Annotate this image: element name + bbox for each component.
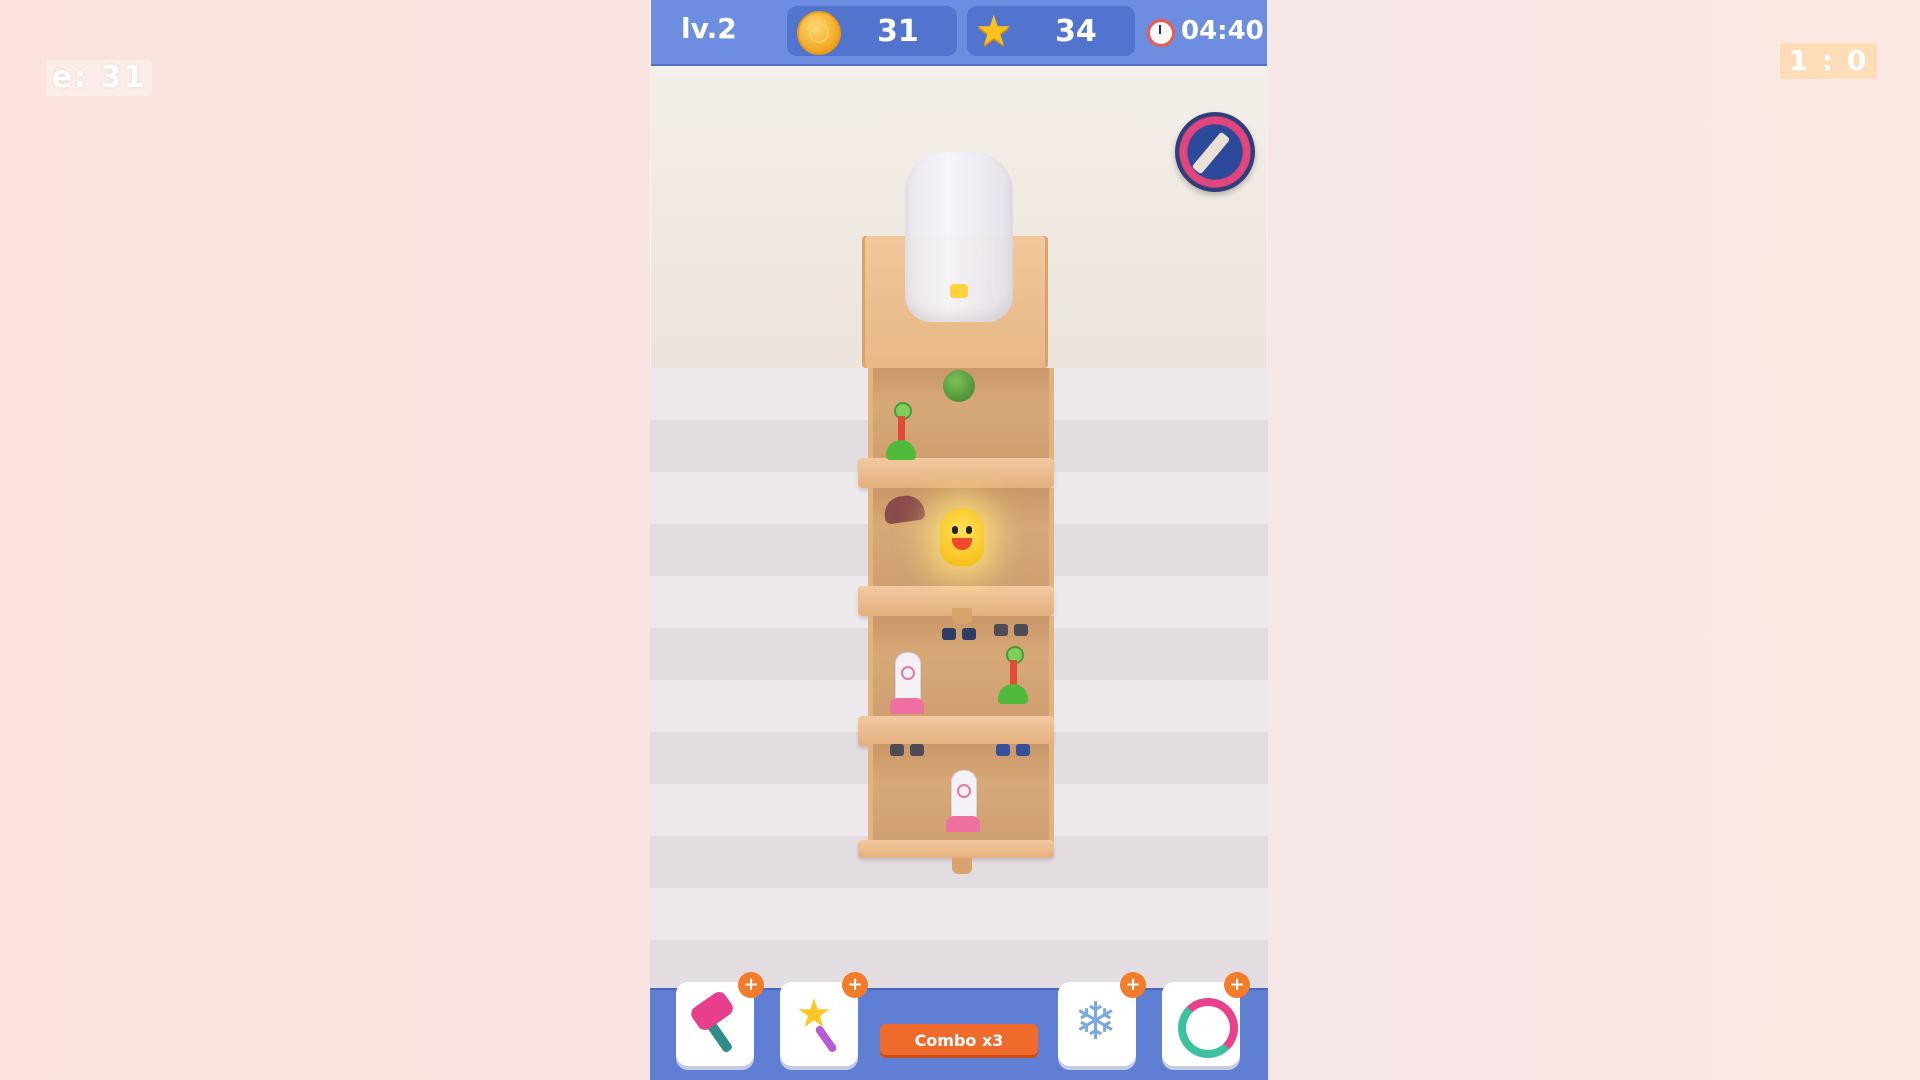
coin-icon	[797, 11, 841, 55]
rocket-item[interactable]	[946, 770, 980, 834]
star-icon: ★	[975, 6, 1013, 55]
overlay-score-right: 1 : 0	[1780, 43, 1877, 79]
sunglasses-item[interactable]	[996, 742, 1030, 756]
rocket-item[interactable]	[890, 652, 924, 716]
coin-count: 31	[877, 14, 919, 49]
plunger-item[interactable]	[998, 646, 1028, 704]
hammer-icon	[686, 988, 744, 1054]
overlay-score-left: e: 31	[46, 60, 152, 96]
star-count: 34	[1055, 14, 1097, 49]
drawer-4-front	[858, 840, 1054, 858]
jar-item	[950, 284, 968, 298]
rubber-duck-item[interactable]	[940, 508, 984, 566]
sunglasses-item[interactable]	[890, 742, 924, 756]
game-viewport: lv.2 31 ★ 34 04:40 + ★ + Combo x3 ❄ + +	[650, 0, 1268, 1080]
drawer-1-front	[858, 458, 1054, 488]
star-counter: ★ 34	[967, 6, 1135, 56]
add-hammer-badge[interactable]: +	[738, 972, 764, 998]
alarm-clock-icon	[1147, 19, 1175, 47]
hammer-tool-button[interactable]: +	[676, 972, 764, 1066]
green-ball-item[interactable]	[943, 370, 975, 402]
sunglasses-item[interactable]	[942, 626, 976, 640]
tool-bar: + ★ + Combo x3 ❄ + +	[650, 972, 1268, 1080]
add-magic-wand-badge[interactable]: +	[842, 972, 868, 998]
level-timer: 04:40	[1181, 16, 1264, 46]
snowflake-icon: ❄	[1074, 992, 1118, 1052]
level-label: lv.2	[681, 12, 737, 45]
freeze-tool-button[interactable]: ❄ +	[1058, 972, 1146, 1066]
combo-indicator: Combo x3	[880, 1024, 1038, 1058]
settings-tool-button[interactable]	[1175, 112, 1255, 192]
shuffle-tool-button[interactable]: +	[1162, 972, 1250, 1066]
add-freeze-badge[interactable]: +	[1120, 972, 1146, 998]
collection-jar	[905, 152, 1013, 322]
drawer-handle	[952, 608, 972, 624]
shuffle-icon	[1172, 992, 1238, 1058]
hud-bar: lv.2 31 ★ 34 04:40	[651, 0, 1267, 66]
magic-wand-icon: ★	[790, 992, 848, 1054]
plunger-item[interactable]	[886, 402, 916, 460]
magic-wand-tool-button[interactable]: ★ +	[780, 972, 868, 1066]
drawer-handle	[952, 858, 972, 874]
sunglasses-item[interactable]	[994, 622, 1028, 636]
coin-counter: 31	[787, 6, 957, 56]
add-shuffle-badge[interactable]: +	[1224, 972, 1250, 998]
